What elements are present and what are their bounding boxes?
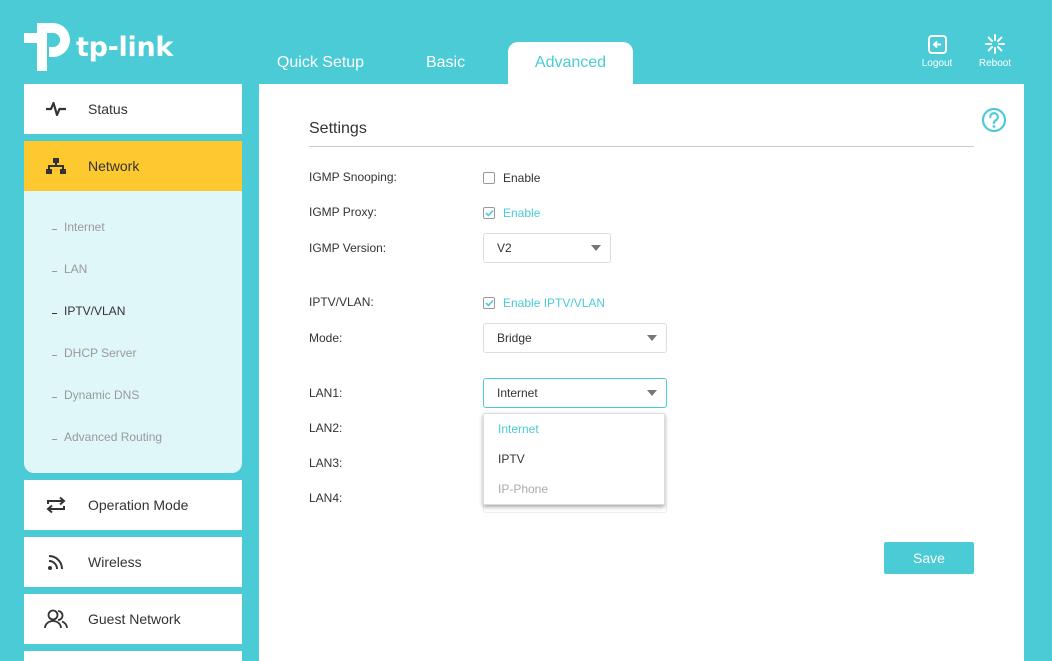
tab-quick-setup[interactable]: Quick Setup xyxy=(258,42,383,84)
lan1-dropdown-menu: Internet IPTV IP-Phone xyxy=(483,413,665,505)
swap-icon xyxy=(46,496,66,514)
sidebar-item-label: Guest Network xyxy=(88,611,181,627)
sidebar-item-label: Network xyxy=(88,158,140,174)
pulse-icon xyxy=(46,101,66,117)
igmp-proxy-label: IGMP Proxy: xyxy=(309,205,377,219)
iptv-vlan-option: Enable IPTV/VLAN xyxy=(503,296,606,310)
igmp-snooping-checkbox[interactable]: Enable xyxy=(483,171,540,185)
check-icon xyxy=(484,209,494,217)
tab-basic[interactable]: Basic xyxy=(383,42,508,84)
iptv-vlan-checkbox[interactable]: Enable IPTV/VLAN xyxy=(483,296,605,310)
lan3-label: LAN3: xyxy=(309,456,343,470)
dropdown-option-internet[interactable]: Internet xyxy=(484,414,664,444)
igmp-proxy-checkbox[interactable]: Enable xyxy=(483,206,540,220)
lan2-label: LAN2: xyxy=(309,421,343,435)
dropdown-option-iptv[interactable]: IPTV xyxy=(484,444,664,474)
submenu-item-label: Dynamic DNS xyxy=(64,388,140,402)
lan1-value: Internet xyxy=(497,386,538,400)
lan4-label: LAN4: xyxy=(309,491,343,505)
submenu-item-dynamic-dns[interactable]: Dynamic DNS xyxy=(52,388,139,402)
iptv-vlan-label: IPTV/VLAN: xyxy=(309,295,374,309)
chevron-down-icon xyxy=(647,335,657,341)
chevron-down-icon xyxy=(591,245,601,251)
title-divider xyxy=(309,146,974,147)
igmp-snooping-label: IGMP Snooping: xyxy=(309,170,397,184)
igmp-version-value: V2 xyxy=(497,241,512,255)
mode-value: Bridge xyxy=(497,331,532,345)
checkbox-box xyxy=(483,207,495,219)
brand-name: tp-link xyxy=(76,31,174,63)
tp-link-logo: tp-link xyxy=(24,22,173,72)
submenu-item-internet[interactable]: Internet xyxy=(52,220,105,234)
checkbox-box xyxy=(483,297,495,309)
submenu-item-label: LAN xyxy=(64,262,88,276)
chevron-down-icon xyxy=(647,390,657,396)
check-icon xyxy=(484,299,494,307)
igmp-snooping-option: Enable xyxy=(503,171,541,185)
users-icon xyxy=(44,609,68,629)
submenu-item-label: IPTV/VLAN xyxy=(64,304,126,318)
main-tabs: Quick Setup Basic Advanced xyxy=(258,42,633,84)
save-button[interactable]: Save xyxy=(884,542,974,574)
lan4-select-partial[interactable] xyxy=(483,505,667,513)
sidebar-item-label: Status xyxy=(88,101,128,117)
igmp-proxy-option: Enable xyxy=(503,206,541,220)
sidebar-item-guest-network[interactable]: Guest Network xyxy=(24,594,242,644)
logout-button[interactable]: Logout xyxy=(915,34,959,69)
igmp-version-select[interactable]: V2 xyxy=(483,233,611,263)
checkbox-box xyxy=(483,172,495,184)
lan1-select[interactable]: Internet xyxy=(483,378,667,408)
submenu-item-iptv-vlan[interactable]: IPTV/VLAN xyxy=(52,304,125,318)
dropdown-option-ip-phone: IP-Phone xyxy=(498,482,549,496)
lan1-label: LAN1: xyxy=(309,386,343,400)
submenu-item-label: DHCP Server xyxy=(64,346,137,360)
sidebar-item-network[interactable]: Network xyxy=(24,141,242,191)
wifi-icon xyxy=(48,555,63,570)
reboot-icon xyxy=(985,34,1005,54)
mode-label: Mode: xyxy=(309,331,343,345)
sidebar-item-label: Wireless xyxy=(88,554,142,570)
sidebar-item-status[interactable]: Status xyxy=(24,84,242,134)
tab-advanced[interactable]: Advanced xyxy=(508,42,633,84)
submenu-item-lan[interactable]: LAN xyxy=(52,262,87,276)
sidebar-item-partial[interactable] xyxy=(24,651,242,661)
reboot-label: Reboot xyxy=(978,58,1012,69)
submenu-item-advanced-routing[interactable]: Advanced Routing xyxy=(52,430,162,444)
reboot-button[interactable]: Reboot xyxy=(973,34,1017,69)
logout-icon xyxy=(927,34,947,54)
sidebar-item-wireless[interactable]: Wireless xyxy=(24,537,242,587)
sidebar-item-label: Operation Mode xyxy=(88,497,189,513)
submenu-item-label: Internet xyxy=(64,220,105,234)
submenu-item-label: Advanced Routing xyxy=(64,430,163,444)
tp-link-logo-icon xyxy=(24,23,70,71)
help-icon[interactable] xyxy=(981,107,1007,133)
submenu-item-dhcp-server[interactable]: DHCP Server xyxy=(52,346,136,360)
settings-panel: Settings IGMP Snooping: Enable IGMP Prox… xyxy=(259,84,1024,661)
logout-label: Logout xyxy=(921,58,953,69)
sidebar-item-operation-mode[interactable]: Operation Mode xyxy=(24,480,242,530)
mode-select[interactable]: Bridge xyxy=(483,323,667,353)
page-title: Settings xyxy=(309,120,367,137)
network-icon xyxy=(46,158,66,174)
igmp-version-label: IGMP Version: xyxy=(309,241,387,255)
